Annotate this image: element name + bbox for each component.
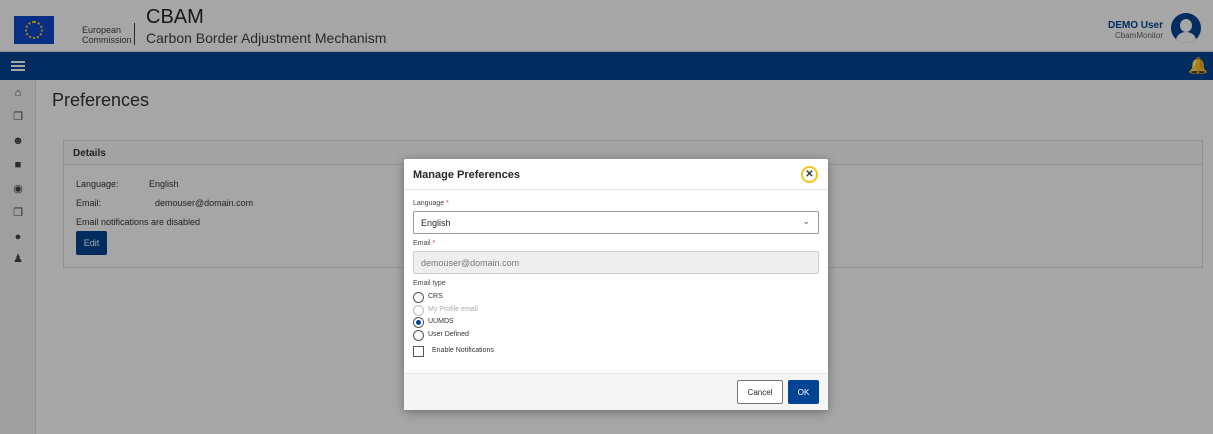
chevron-down-icon: ⌄	[802, 216, 810, 226]
email-field[interactable]: demouser@domain.com	[413, 251, 819, 274]
language-select[interactable]: English ⌄	[413, 211, 819, 234]
close-icon[interactable]: ✕	[801, 166, 818, 183]
radio-label: CRS	[428, 293, 443, 300]
email-field-label: Email *	[413, 240, 435, 247]
radio-label: User Defined	[428, 331, 469, 338]
dialog-divider	[404, 189, 828, 190]
enable-notifications-label: Enable Notifications	[432, 347, 494, 354]
language-field-label: Language *	[413, 200, 449, 207]
ok-button[interactable]: OK	[788, 380, 819, 404]
radio-label: UUMDS	[428, 318, 454, 325]
radio-button[interactable]	[413, 330, 424, 341]
required-mark: *	[446, 200, 449, 207]
email-type-label: Email type	[413, 280, 446, 287]
dialog-footer: Cancel OK	[404, 373, 828, 410]
radio-label: My Profile email	[428, 306, 478, 313]
language-selected-value: English	[421, 218, 451, 228]
radio-button-selected[interactable]	[413, 317, 424, 328]
enable-notifications-checkbox[interactable]	[413, 346, 424, 357]
language-field-label-text: Language	[413, 200, 445, 207]
radio-button[interactable]	[413, 292, 424, 303]
dialog-title: Manage Preferences	[413, 169, 520, 181]
required-mark: *	[432, 240, 436, 247]
manage-preferences-dialog: Manage Preferences ✕ Language * English …	[404, 159, 828, 410]
email-field-label-text: Email	[413, 240, 431, 247]
cancel-button[interactable]: Cancel	[737, 380, 783, 404]
radio-button	[413, 305, 424, 316]
